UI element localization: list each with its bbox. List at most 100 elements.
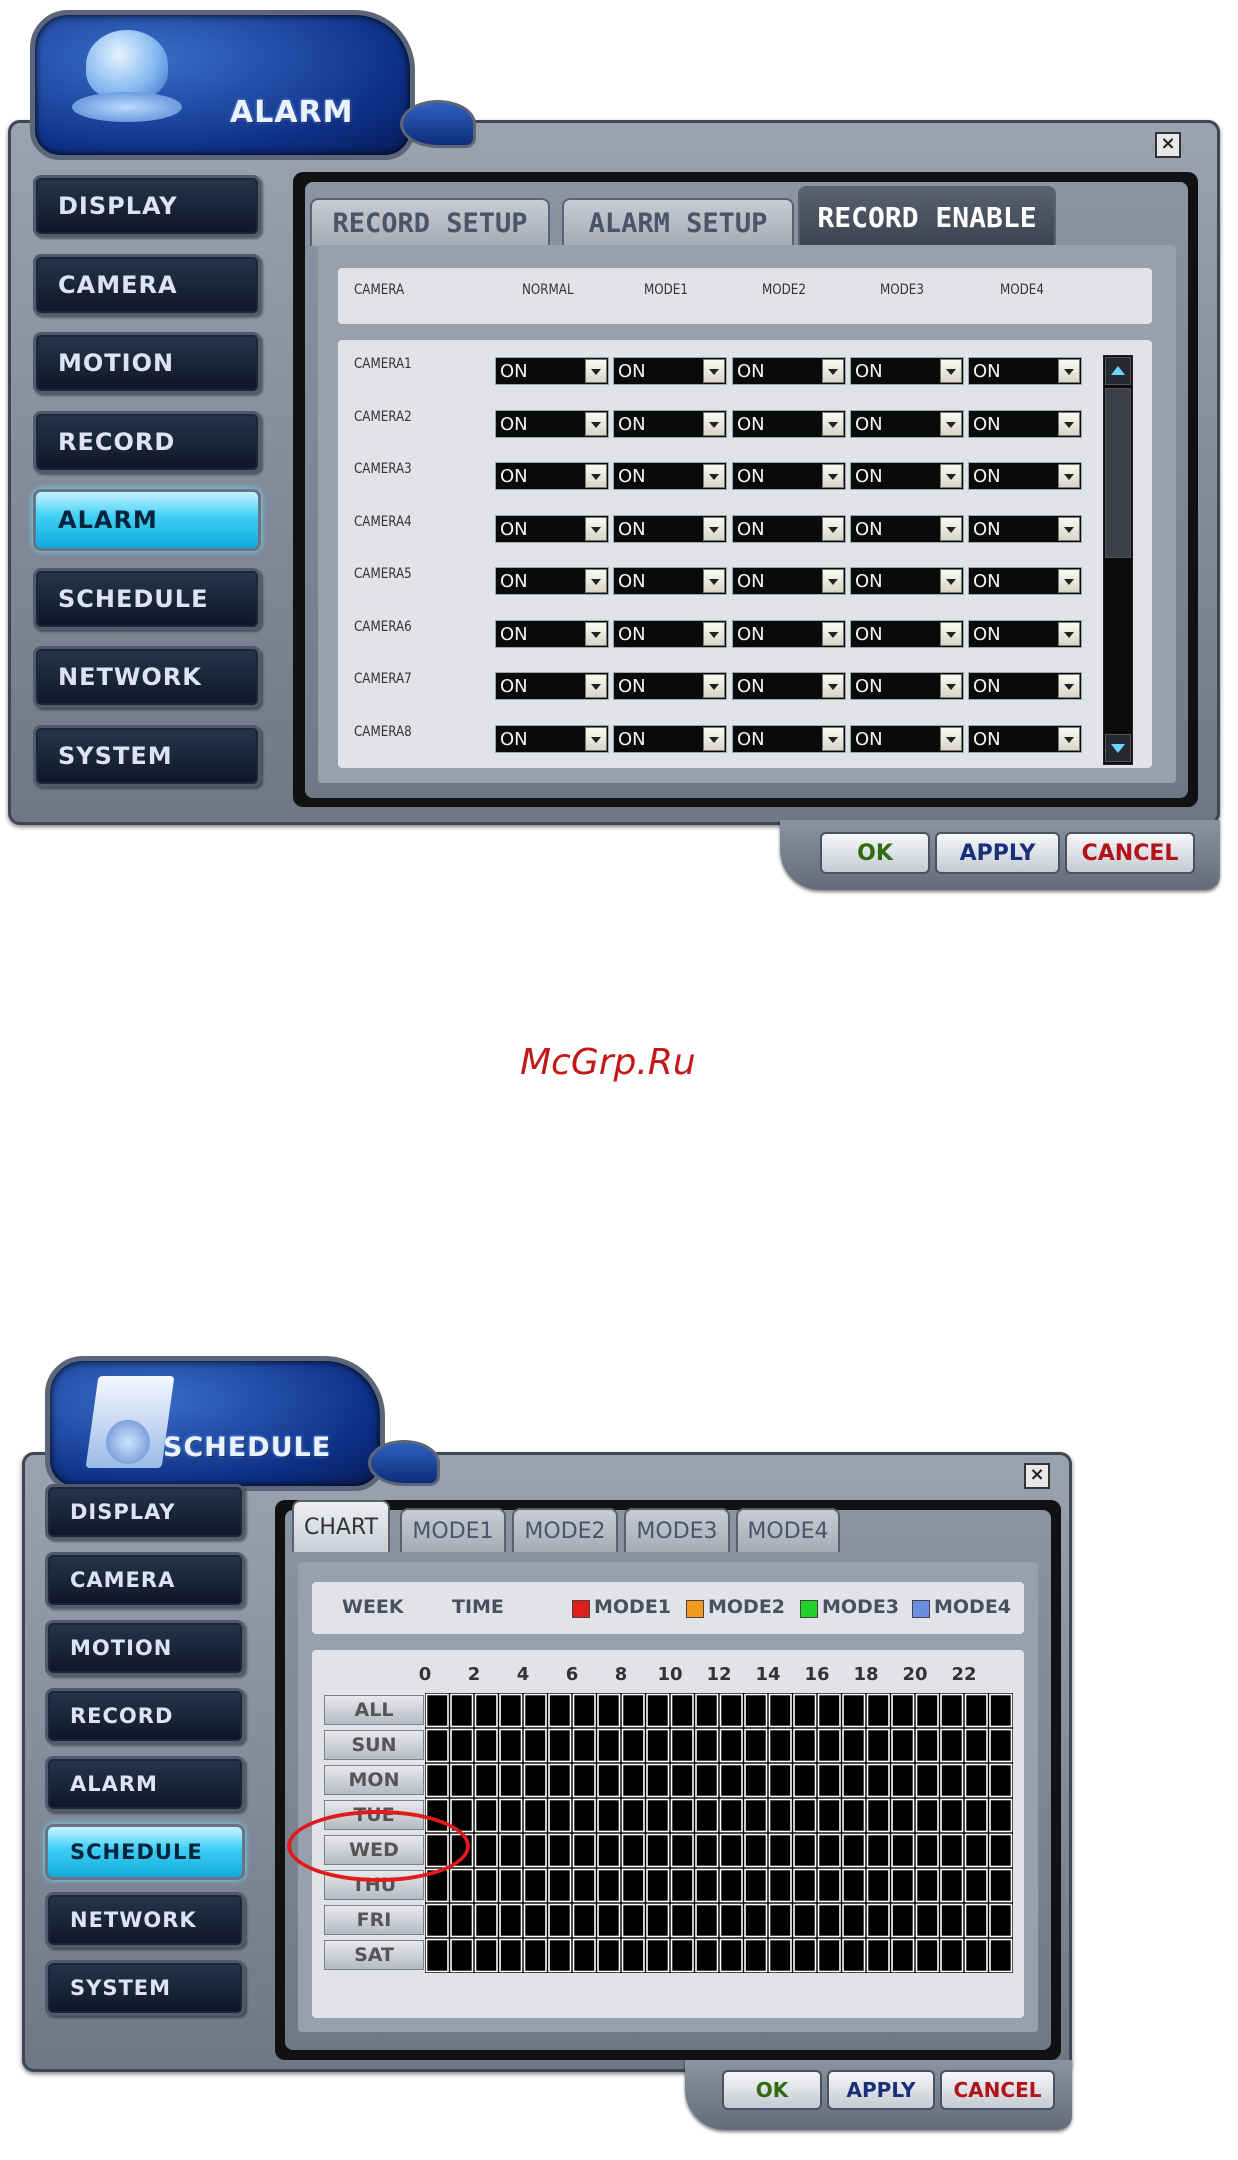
- schedule-cell[interactable]: [621, 1938, 645, 1973]
- schedule-cell[interactable]: [719, 1763, 743, 1798]
- schedule-cell[interactable]: [915, 1833, 939, 1868]
- schedule-cell[interactable]: [817, 1728, 841, 1763]
- dropdown-arrow-icon[interactable]: [703, 569, 725, 593]
- enable-select-mode4[interactable]: ON: [968, 514, 1082, 543]
- alarm-ok-button[interactable]: OK: [820, 832, 930, 874]
- schedule-cell[interactable]: [621, 1798, 645, 1833]
- schedule-cell[interactable]: [817, 1868, 841, 1903]
- dropdown-arrow-icon[interactable]: [585, 621, 607, 646]
- schedule-cell[interactable]: [817, 1763, 841, 1798]
- enable-select-mode1[interactable]: ON: [613, 619, 727, 648]
- enable-select-mode2[interactable]: ON: [732, 514, 846, 543]
- schedule-cell[interactable]: [744, 1693, 768, 1728]
- dropdown-arrow-icon[interactable]: [822, 516, 844, 541]
- scroll-down-button[interactable]: [1105, 734, 1131, 762]
- schedule-cell[interactable]: [572, 1798, 596, 1833]
- enable-select-mode3[interactable]: ON: [850, 724, 964, 753]
- schedule-cell[interactable]: [891, 1868, 915, 1903]
- schedule-cell[interactable]: [499, 1938, 523, 1973]
- schedule-cell[interactable]: [866, 1798, 890, 1833]
- dropdown-arrow-icon[interactable]: [585, 726, 607, 751]
- enable-select-mode3[interactable]: ON: [850, 567, 964, 595]
- enable-select-mode3[interactable]: ON: [850, 409, 964, 438]
- dropdown-arrow-icon[interactable]: [1058, 621, 1080, 646]
- schedule-cell[interactable]: [572, 1868, 596, 1903]
- day-button-fri[interactable]: FRI: [324, 1905, 424, 1935]
- schedule-cell[interactable]: [989, 1728, 1013, 1763]
- schedule-cell[interactable]: [793, 1868, 817, 1903]
- schedule-cell[interactable]: [915, 1693, 939, 1728]
- schedule-cell[interactable]: [768, 1833, 792, 1868]
- dropdown-arrow-icon[interactable]: [1058, 464, 1080, 488]
- schedule-cell[interactable]: [842, 1693, 866, 1728]
- dropdown-arrow-icon[interactable]: [822, 411, 844, 436]
- enable-select-normal[interactable]: ON: [495, 619, 609, 648]
- enable-select-mode2[interactable]: ON: [732, 357, 846, 385]
- schedule-cell[interactable]: [744, 1903, 768, 1938]
- dropdown-arrow-icon[interactable]: [585, 569, 607, 593]
- schedule-cell[interactable]: [866, 1728, 890, 1763]
- dropdown-arrow-icon[interactable]: [703, 621, 725, 646]
- schedule-cell[interactable]: [450, 1728, 474, 1763]
- schedule-cell[interactable]: [866, 1763, 890, 1798]
- schedule-cell[interactable]: [964, 1728, 988, 1763]
- schedule-nav-alarm[interactable]: ALARM: [45, 1756, 245, 1812]
- schedule-cell[interactable]: [940, 1798, 964, 1833]
- schedule-cell[interactable]: [891, 1903, 915, 1938]
- schedule-cell[interactable]: [866, 1938, 890, 1973]
- schedule-cell[interactable]: [891, 1833, 915, 1868]
- schedule-cell[interactable]: [866, 1903, 890, 1938]
- schedule-cell[interactable]: [646, 1903, 670, 1938]
- dropdown-arrow-icon[interactable]: [1058, 359, 1080, 383]
- dropdown-arrow-icon[interactable]: [1058, 726, 1080, 751]
- schedule-cell[interactable]: [744, 1868, 768, 1903]
- schedule-cell[interactable]: [572, 1938, 596, 1973]
- schedule-cell[interactable]: [891, 1938, 915, 1973]
- day-button-sun[interactable]: SUN: [324, 1730, 424, 1760]
- alarm-close-button[interactable]: ×: [1155, 132, 1181, 158]
- scroll-up-button[interactable]: [1105, 357, 1131, 385]
- schedule-cell[interactable]: [450, 1868, 474, 1903]
- schedule-cell[interactable]: [572, 1833, 596, 1868]
- schedule-cell[interactable]: [940, 1833, 964, 1868]
- schedule-cell[interactable]: [989, 1833, 1013, 1868]
- schedule-cell[interactable]: [621, 1833, 645, 1868]
- schedule-cell[interactable]: [523, 1938, 547, 1973]
- tab-mode1[interactable]: MODE1: [400, 1508, 506, 1552]
- day-button-mon[interactable]: MON: [324, 1765, 424, 1795]
- schedule-cell[interactable]: [793, 1938, 817, 1973]
- schedule-cell[interactable]: [646, 1833, 670, 1868]
- dropdown-arrow-icon[interactable]: [703, 359, 725, 383]
- alarm-nav-motion[interactable]: MOTION: [33, 332, 261, 394]
- enable-select-mode1[interactable]: ON: [613, 409, 727, 438]
- schedule-cell[interactable]: [548, 1938, 572, 1973]
- schedule-cell[interactable]: [548, 1833, 572, 1868]
- enable-select-normal[interactable]: ON: [495, 409, 609, 438]
- schedule-cell[interactable]: [670, 1763, 694, 1798]
- schedule-cell[interactable]: [719, 1938, 743, 1973]
- schedule-cell[interactable]: [719, 1728, 743, 1763]
- schedule-cell[interactable]: [744, 1728, 768, 1763]
- dropdown-arrow-icon[interactable]: [1058, 569, 1080, 593]
- dropdown-arrow-icon[interactable]: [822, 621, 844, 646]
- schedule-cell[interactable]: [964, 1763, 988, 1798]
- schedule-cell[interactable]: [523, 1728, 547, 1763]
- schedule-cell[interactable]: [768, 1728, 792, 1763]
- schedule-cell[interactable]: [523, 1868, 547, 1903]
- schedule-cell[interactable]: [425, 1693, 449, 1728]
- tab-alarm-setup[interactable]: ALARM SETUP: [562, 198, 794, 246]
- schedule-cell[interactable]: [425, 1763, 449, 1798]
- schedule-cell[interactable]: [817, 1798, 841, 1833]
- schedule-cell[interactable]: [866, 1693, 890, 1728]
- tab-mode3[interactable]: MODE3: [624, 1508, 730, 1552]
- schedule-cell[interactable]: [548, 1903, 572, 1938]
- schedule-cell[interactable]: [646, 1728, 670, 1763]
- schedule-cell[interactable]: [499, 1693, 523, 1728]
- schedule-cell[interactable]: [842, 1833, 866, 1868]
- schedule-cell[interactable]: [695, 1798, 719, 1833]
- schedule-cell[interactable]: [425, 1903, 449, 1938]
- schedule-cell[interactable]: [548, 1798, 572, 1833]
- schedule-cell[interactable]: [572, 1728, 596, 1763]
- schedule-cell[interactable]: [695, 1693, 719, 1728]
- schedule-cell[interactable]: [523, 1798, 547, 1833]
